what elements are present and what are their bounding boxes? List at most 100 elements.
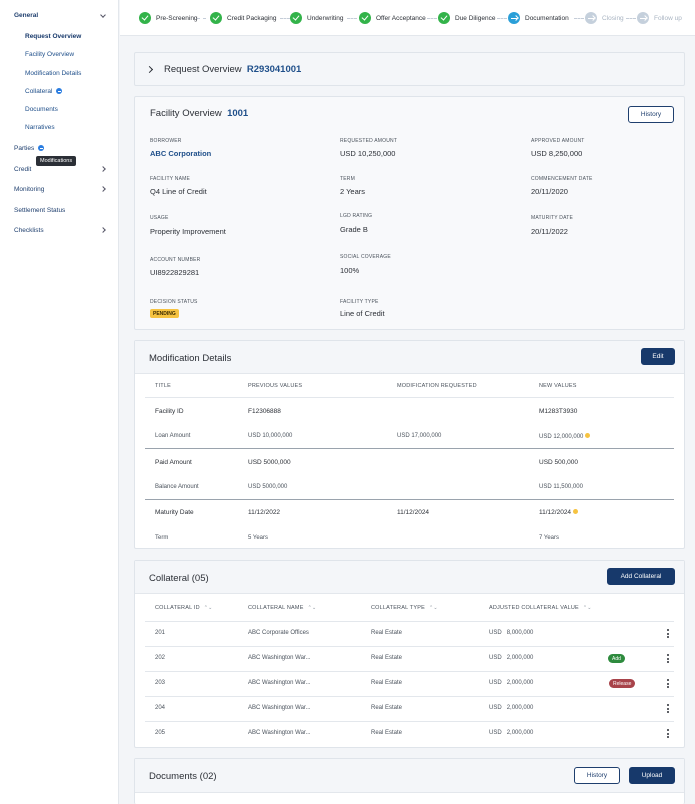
tooltip: Modifications bbox=[36, 156, 77, 166]
column-header-label: Collateral Name bbox=[248, 605, 304, 611]
sidebar-item-facility-overview[interactable]: Facility Overview bbox=[25, 51, 74, 58]
currency: USD bbox=[489, 730, 502, 736]
chevron-down-icon[interactable] bbox=[100, 12, 106, 18]
sidebar-item-modification-details[interactable]: Modification Details bbox=[25, 70, 81, 77]
add-collateral-button[interactable]: Add Collateral bbox=[607, 568, 675, 585]
collateral-name: ABC Washington War... bbox=[248, 655, 311, 661]
divider bbox=[145, 499, 674, 500]
mod-new-cell: USD 12,000,000 bbox=[539, 433, 591, 440]
borrower-value[interactable]: ABC Corporation bbox=[150, 149, 211, 158]
step-label: Underwriting bbox=[307, 14, 344, 22]
edit-button[interactable]: Edit bbox=[641, 348, 675, 365]
sidebar-item-collateral[interactable]: Collateral bbox=[25, 88, 63, 95]
column-header[interactable]: Collateral Name ⌃⌄ bbox=[248, 605, 316, 611]
progress-stepper: Pre-Screening Credit Packaging Underwrit… bbox=[120, 0, 695, 36]
currency: USD bbox=[489, 680, 502, 686]
chevron-right-icon[interactable] bbox=[145, 65, 154, 74]
column-header: New Values bbox=[539, 383, 577, 389]
field-label: Facility Type bbox=[340, 299, 379, 305]
facility-overview-title: Facility Overview 1001 bbox=[150, 108, 248, 119]
sidebar-section-parties[interactable]: Parties bbox=[14, 145, 45, 152]
facility-type-value: Line of Credit bbox=[340, 309, 385, 318]
amount: 2,000,000 bbox=[506, 655, 534, 661]
sort-icon: ⌃⌄ bbox=[203, 605, 213, 611]
more-options-icon[interactable] bbox=[667, 654, 669, 665]
divider bbox=[145, 721, 674, 722]
more-options-icon[interactable] bbox=[667, 679, 669, 690]
currency: USD bbox=[489, 705, 502, 711]
amount: 2,000,000 bbox=[506, 730, 534, 736]
step-underwriting[interactable]: Underwriting bbox=[290, 11, 344, 25]
warning-icon bbox=[573, 509, 579, 514]
field-label: Borrower bbox=[150, 138, 182, 144]
sidebar-section-settlement-status[interactable]: Settlement Status bbox=[14, 207, 65, 214]
request-overview-card[interactable]: Request Overview R293041001 bbox=[134, 52, 685, 86]
step-follow-up[interactable]: Follow up bbox=[637, 11, 682, 25]
more-options-icon[interactable] bbox=[667, 629, 669, 640]
modification-details-card: Modification Details Edit Title Previous… bbox=[134, 340, 685, 549]
sort-icon: ⌃⌄ bbox=[582, 605, 592, 611]
step-closing[interactable]: Closing bbox=[585, 11, 624, 25]
maturity-date-value: 20/11/2022 bbox=[531, 227, 568, 236]
sidebar-section-general[interactable]: General bbox=[14, 12, 38, 19]
step-offer-acceptance[interactable]: Offer Acceptance bbox=[359, 11, 426, 25]
step-credit-packaging[interactable]: Credit Packaging bbox=[210, 11, 277, 25]
facility-name-value: Q4 Line of Credit bbox=[150, 187, 207, 196]
account-number-value: UI8922829281 bbox=[150, 268, 200, 277]
mod-previous: USD 10,000,000 bbox=[248, 433, 293, 439]
chevron-right-icon[interactable] bbox=[100, 186, 106, 192]
upload-button[interactable]: Upload bbox=[629, 767, 675, 784]
arrow-circle-icon bbox=[508, 12, 520, 24]
field-label: Facility Name bbox=[150, 176, 191, 182]
more-options-icon[interactable] bbox=[667, 729, 669, 740]
collateral-value: USD 2,000,000 bbox=[489, 705, 533, 711]
collateral-type: Real Estate bbox=[371, 655, 403, 661]
mod-previous: 11/12/2022 bbox=[248, 509, 281, 516]
section-title: Documents (02) bbox=[149, 771, 217, 782]
collateral-type: Real Estate bbox=[371, 680, 403, 686]
collateral-card: Collateral (05) Add Collateral Collatera… bbox=[134, 560, 685, 748]
step-connector bbox=[347, 18, 357, 19]
sidebar-section-monitoring[interactable]: Monitoring bbox=[14, 186, 44, 193]
step-label: Offer Acceptance bbox=[376, 14, 426, 22]
sidebar-item-narratives[interactable]: Narratives bbox=[25, 124, 55, 131]
column-header-label: Collateral Type bbox=[371, 605, 425, 611]
history-button[interactable]: History bbox=[628, 106, 674, 123]
sidebar-section-label: Credit bbox=[14, 166, 32, 173]
step-documentation[interactable]: Documentation bbox=[508, 11, 569, 25]
mod-new: USD 12,000,000 bbox=[539, 434, 584, 440]
history-button[interactable]: History bbox=[574, 767, 620, 784]
column-header[interactable]: Collateral ID ⌃⌄ bbox=[155, 605, 213, 611]
sidebar-section-checklists[interactable]: Checklists bbox=[14, 227, 44, 234]
step-connector bbox=[626, 18, 636, 19]
mod-previous: F12306888 bbox=[248, 408, 281, 415]
collateral-value: USD 2,000,000 bbox=[489, 730, 533, 736]
check-circle-icon bbox=[290, 12, 302, 24]
sidebar-item-label: Request Overview bbox=[25, 33, 82, 40]
mod-new: 7 Years bbox=[539, 535, 560, 541]
column-header[interactable]: Adjusted Collateral Value ⌃⌄ bbox=[489, 605, 592, 611]
column-header: Modification Requested bbox=[397, 383, 477, 389]
sidebar: General Request Overview Facility Overvi… bbox=[0, 0, 119, 804]
more-options-icon[interactable] bbox=[667, 704, 669, 715]
mod-title: Loan Amount bbox=[155, 433, 191, 439]
currency: USD bbox=[489, 655, 502, 661]
mod-title: Balance Amount bbox=[155, 484, 199, 490]
mod-previous: 5 Years bbox=[248, 535, 269, 541]
column-header-label: Collateral ID bbox=[155, 605, 200, 611]
mod-new: USD 11,500,000 bbox=[539, 484, 583, 490]
sidebar-section-credit[interactable]: Credit bbox=[14, 166, 31, 173]
chevron-right-icon[interactable] bbox=[100, 166, 106, 172]
step-label: Credit Packaging bbox=[227, 14, 277, 22]
sidebar-item-request-overview[interactable]: Request Overview bbox=[25, 33, 81, 40]
step-due-diligence[interactable]: Due Diligence bbox=[438, 11, 495, 25]
sidebar-item-documents[interactable]: Documents bbox=[25, 106, 58, 113]
mod-title: Facility ID bbox=[155, 408, 184, 415]
chevron-right-icon[interactable] bbox=[100, 227, 106, 233]
sidebar-section-label: Parties bbox=[14, 145, 35, 152]
column-header[interactable]: Collateral Type ⌃⌄ bbox=[371, 605, 438, 611]
request-ref: R293041001 bbox=[246, 64, 302, 75]
field-label: Term bbox=[340, 176, 355, 182]
step-pre-screening[interactable]: Pre-Screening bbox=[139, 11, 198, 25]
step-label: Closing bbox=[602, 14, 624, 22]
